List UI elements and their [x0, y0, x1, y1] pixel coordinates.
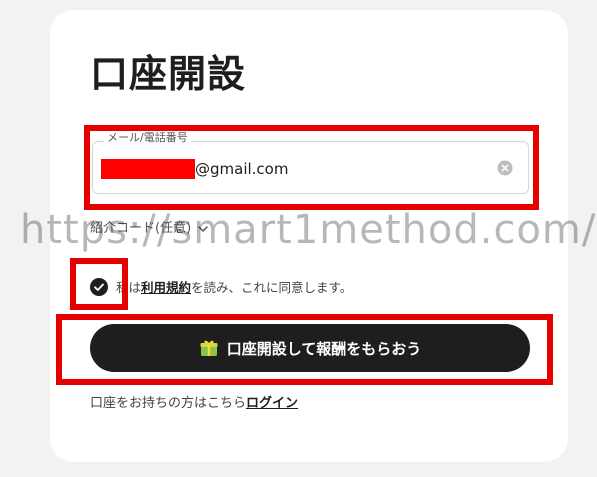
login-prompt: 口座をお持ちの方はこちらログイン — [90, 395, 298, 413]
consent-suffix: を読み、これに同意します。 — [191, 280, 353, 295]
check-circle-icon[interactable] — [90, 278, 108, 296]
gift-icon — [200, 340, 218, 356]
field-label: メール/電話番号 — [104, 131, 191, 145]
consent-prefix: 私は — [116, 280, 142, 295]
page-title: 口座開設 — [90, 52, 247, 96]
redacted-text — [101, 159, 195, 179]
open-account-label: 口座開設して報酬をもらおう — [226, 339, 422, 358]
open-account-button[interactable]: 口座開設して報酬をもらおう — [90, 324, 530, 372]
login-prompt-text: 口座をお持ちの方はこちら — [90, 396, 247, 411]
field-value[interactable]: @gmail.com — [195, 158, 288, 180]
terms-link[interactable]: 利用規約 — [141, 280, 191, 295]
login-link[interactable]: ログイン — [246, 396, 298, 411]
watermark: https://smart1method.com/ — [20, 207, 597, 253]
terms-consent: 私は利用規約を読み、これに同意します。 — [116, 279, 352, 297]
clear-icon[interactable] — [497, 160, 513, 176]
